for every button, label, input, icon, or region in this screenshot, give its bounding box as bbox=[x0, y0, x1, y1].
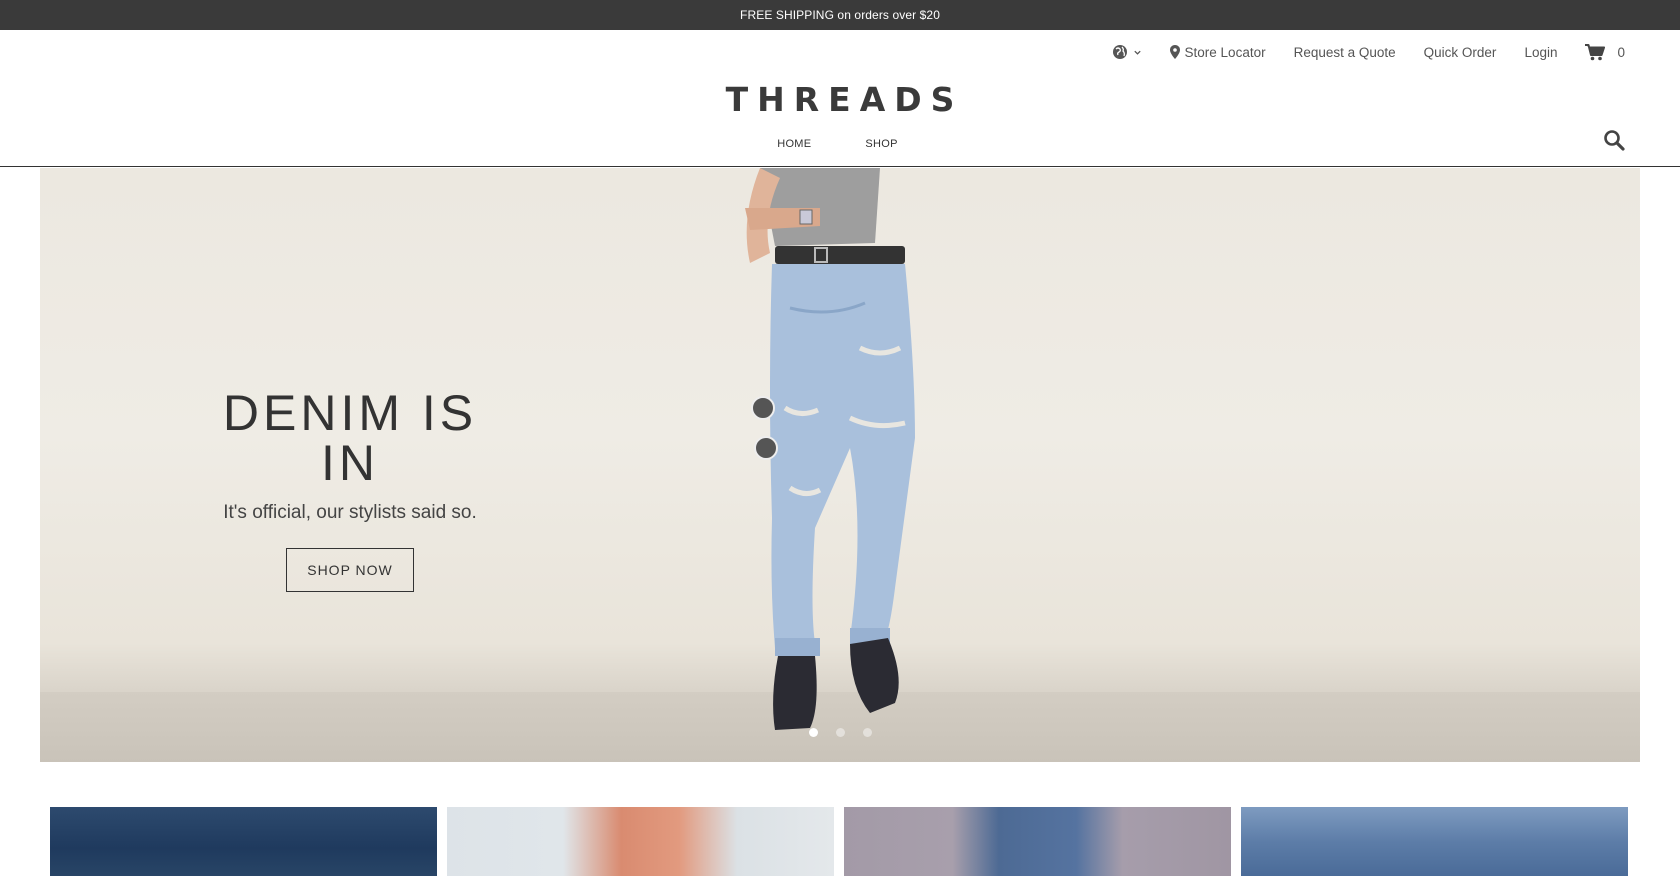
promo-text: FREE SHIPPING on orders over $20 bbox=[740, 8, 940, 22]
request-quote-link[interactable]: Request a Quote bbox=[1294, 45, 1396, 60]
globe-icon bbox=[1112, 44, 1128, 60]
search-icon bbox=[1603, 130, 1625, 155]
cart-button[interactable]: 0 bbox=[1585, 43, 1625, 61]
category-tile-4[interactable] bbox=[1241, 807, 1628, 876]
slider-dot-1[interactable] bbox=[808, 728, 818, 737]
cart-icon bbox=[1585, 43, 1606, 61]
shop-now-button[interactable]: SHOP NOW bbox=[286, 548, 414, 592]
language-selector[interactable] bbox=[1112, 44, 1142, 60]
quick-order-link[interactable]: Quick Order bbox=[1424, 45, 1497, 60]
hero-slider: DENIM IS IN It's official, our stylists … bbox=[40, 168, 1640, 762]
hero-subtitle: It's official, our stylists said so. bbox=[223, 502, 477, 523]
slider-dots bbox=[40, 728, 1640, 737]
category-tile-1[interactable] bbox=[50, 807, 437, 876]
map-pin-icon bbox=[1169, 45, 1180, 59]
cart-count: 0 bbox=[1617, 44, 1625, 60]
store-locator-link[interactable]: Store Locator bbox=[1169, 44, 1266, 60]
quick-order-label: Quick Order bbox=[1423, 44, 1497, 60]
slider-dot-2[interactable] bbox=[835, 728, 845, 737]
hero-title: DENIM IS IN bbox=[222, 385, 478, 491]
utility-nav: Store Locator Request a Quote Quick Orde… bbox=[1112, 41, 1625, 63]
category-tile-3[interactable] bbox=[844, 807, 1231, 876]
chevron-down-icon bbox=[1133, 48, 1142, 57]
logo-text: THREADS bbox=[725, 80, 964, 119]
main-nav: HOME SHOP bbox=[0, 138, 1680, 150]
promo-bar: FREE SHIPPING on orders over $20 bbox=[0, 0, 1680, 30]
category-tile-2[interactable] bbox=[447, 807, 834, 876]
nav-item-shop[interactable]: SHOP bbox=[865, 138, 897, 150]
nav-divider bbox=[0, 166, 1680, 167]
hero-model-image bbox=[745, 168, 915, 730]
hero-caption: DENIM IS IN It's official, our stylists … bbox=[190, 388, 510, 592]
category-tiles bbox=[50, 807, 1630, 876]
slider-dot-3[interactable] bbox=[862, 728, 872, 737]
login-label: Login bbox=[1524, 44, 1558, 60]
login-link[interactable]: Login bbox=[1524, 45, 1557, 60]
nav-item-home[interactable]: HOME bbox=[777, 138, 811, 150]
site-logo[interactable]: THREADS bbox=[0, 80, 1680, 119]
store-locator-label: Store Locator bbox=[1184, 44, 1266, 60]
search-button[interactable] bbox=[1603, 129, 1627, 153]
request-quote-label: Request a Quote bbox=[1293, 44, 1396, 60]
